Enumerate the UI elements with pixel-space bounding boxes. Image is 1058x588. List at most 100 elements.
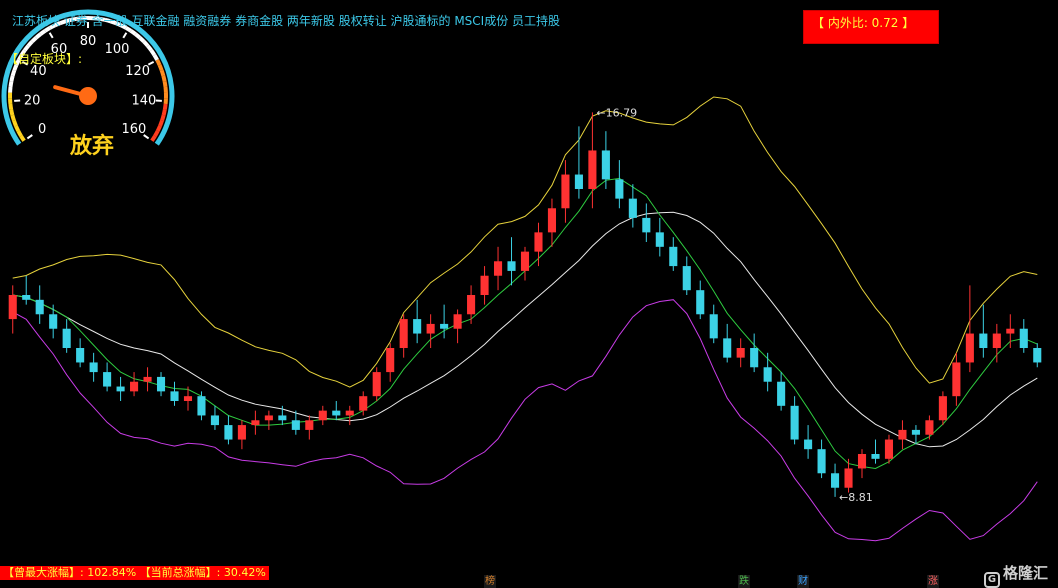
- gauge-tick-label: 0: [38, 122, 46, 137]
- gauge-arc-segment: [150, 134, 157, 142]
- gauge-arc-segment: [159, 69, 166, 77]
- candle: [103, 362, 112, 392]
- gauge-arc-segment: [129, 29, 137, 36]
- candle: [561, 160, 570, 223]
- marker-fall[interactable]: 跌: [738, 575, 750, 588]
- candle-body: [49, 314, 58, 329]
- candle-body: [696, 290, 705, 315]
- candle: [345, 405, 354, 426]
- candle: [925, 415, 934, 440]
- candle: [156, 372, 166, 397]
- candle: [520, 246, 530, 281]
- gauge-arc-segment: [155, 59, 162, 66]
- gauge-tick: [147, 60, 155, 66]
- gauge-arc-segment: [12, 119, 18, 127]
- candle-body: [992, 333, 1001, 348]
- candle-body: [440, 323, 449, 329]
- candle-body: [547, 208, 557, 233]
- candle-body: [750, 348, 759, 368]
- candle: [750, 333, 759, 373]
- candle-body: [386, 348, 395, 373]
- gauge-tick: [48, 32, 54, 39]
- candle: [440, 304, 449, 339]
- candle: [723, 323, 732, 363]
- candle: [332, 401, 341, 421]
- candle-body: [628, 198, 637, 218]
- candle: [130, 372, 139, 397]
- short-ma-line: [12, 177, 1038, 470]
- candle-body: [938, 396, 947, 421]
- gauge-tick-label: 160: [121, 122, 146, 137]
- marker-rise[interactable]: 涨: [927, 575, 939, 588]
- candle-body: [170, 391, 179, 401]
- candle: [251, 410, 260, 435]
- candle: [413, 299, 422, 344]
- gauge-arc-segment: [10, 69, 17, 77]
- candle-body: [669, 246, 678, 267]
- candle-body: [898, 429, 907, 440]
- marker-finance[interactable]: 财: [797, 575, 809, 588]
- candle: [183, 386, 193, 411]
- candle-body: [911, 429, 920, 435]
- gauge-tick-label: 140: [131, 94, 156, 109]
- gauge-arc-segment: [9, 75, 15, 82]
- candle-body: [62, 328, 71, 348]
- candle: [790, 396, 799, 445]
- candle: [979, 304, 988, 358]
- candle-body: [884, 439, 894, 459]
- candle-body: [682, 266, 691, 291]
- candle-body: [507, 261, 516, 271]
- concept-tags: 江苏板块 证券 含一般 互联金融 融资融券 券商金股 两年新股 股权转让 沪股通…: [12, 14, 561, 28]
- candle: [49, 304, 58, 339]
- candle-body: [790, 405, 799, 440]
- candle: [952, 352, 961, 406]
- candle-body: [251, 420, 260, 426]
- gauge-arc-segment: [142, 40, 150, 48]
- candle-body: [844, 468, 853, 488]
- candle-body: [210, 415, 219, 426]
- gauge-arc-segment: [138, 36, 146, 44]
- candle-body: [520, 251, 530, 271]
- gauge-arc-segment: [9, 109, 15, 116]
- gauge-arc-segment: [152, 54, 159, 61]
- candle-body: [332, 410, 341, 416]
- candle-body: [817, 449, 826, 474]
- candle-body: [318, 410, 327, 421]
- candle: [615, 160, 624, 209]
- candle: [453, 309, 462, 344]
- candle: [817, 439, 826, 479]
- candle: [709, 304, 718, 344]
- gauge-arc-segment: [146, 44, 153, 52]
- candle: [35, 285, 44, 324]
- candle-body: [831, 473, 840, 488]
- candle-body: [143, 376, 152, 382]
- candle: [965, 285, 974, 373]
- candle-body: [642, 217, 651, 233]
- candle: [871, 439, 880, 464]
- gauge-arc-segment: [30, 36, 38, 44]
- candle-body: [655, 232, 664, 247]
- candle: [938, 391, 947, 426]
- candle: [857, 449, 867, 479]
- gauge-arc-segment: [26, 40, 34, 48]
- candle: [682, 256, 691, 295]
- gauge-tick: [122, 32, 128, 39]
- gauge-tick-label: 100: [105, 42, 130, 57]
- gauge-arc-segment: [155, 125, 162, 132]
- candle-body: [22, 295, 31, 300]
- candle: [305, 415, 314, 440]
- candle-body: [480, 275, 489, 295]
- candle-body: [345, 410, 354, 416]
- gauge-verdict: 放弃: [70, 134, 115, 159]
- candle-body: [952, 362, 961, 397]
- candle-body: [574, 174, 583, 189]
- gauge-arc-segment: [157, 64, 164, 72]
- watermark-logo-icon: G: [984, 572, 1000, 588]
- marker-rank[interactable]: 榜: [484, 575, 496, 588]
- custom-block-label: 【自定板块】:: [6, 52, 83, 66]
- candle-body: [965, 333, 974, 363]
- candle-body: [156, 376, 166, 392]
- gauge-arc-segment: [149, 49, 157, 57]
- candle-body: [237, 425, 246, 440]
- candle: [898, 420, 907, 450]
